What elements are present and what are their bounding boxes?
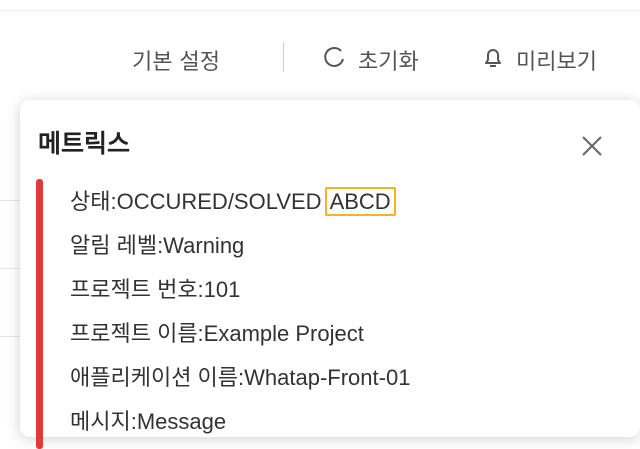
reset-button[interactable]: 초기화	[322, 44, 419, 76]
status-line: 상태:OCCURED/SOLVED ABCD	[70, 184, 396, 216]
divider	[0, 10, 640, 11]
severity-accent-bar	[36, 179, 43, 449]
close-button[interactable]	[576, 130, 608, 162]
status-highlight: ABCD	[324, 187, 396, 216]
refresh-icon	[322, 44, 348, 76]
status-text: 상태:OCCURED/SOLVED	[70, 189, 322, 214]
reset-label: 초기화	[358, 50, 419, 75]
basic-settings-label: 기본 설정	[132, 50, 220, 75]
popup-title: 메트릭스	[38, 129, 131, 158]
preview-label: 미리보기	[516, 50, 597, 75]
close-icon	[576, 136, 608, 166]
alert-level-line: 알림 레벨:Warning	[70, 233, 245, 258]
preview-button[interactable]: 미리보기	[480, 44, 597, 76]
bell-icon	[480, 44, 506, 76]
application-name-line: 애플리케이션 이름:Whatap-Front-01	[70, 365, 411, 390]
toolbar-separator	[283, 42, 284, 72]
toolbar: 기본 설정 초기화 미리보기	[0, 0, 640, 100]
metrics-popup: 메트릭스 상태:OCCURED/SOLVED ABCD 알림 레벨:Warning…	[20, 100, 640, 449]
basic-settings-button[interactable]: 기본 설정	[132, 44, 220, 76]
project-name-line: 프로젝트 이름:Example Project	[70, 321, 364, 346]
message-line: 메시지:Message	[70, 409, 227, 434]
project-number-line: 프로젝트 번호:101	[70, 277, 241, 302]
